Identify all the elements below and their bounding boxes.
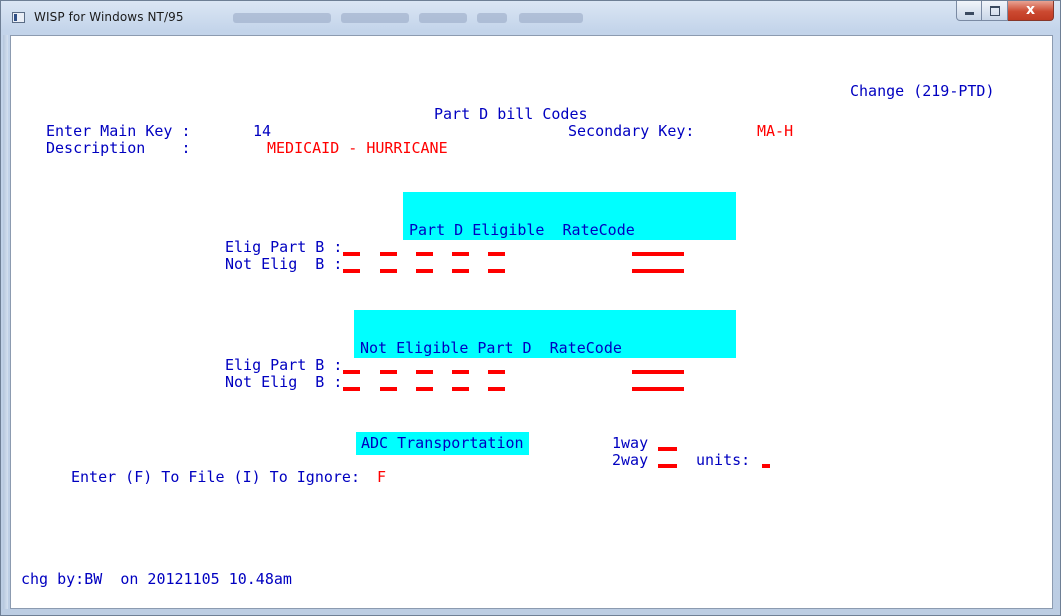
ratecode-field-empty[interactable]	[632, 269, 684, 273]
main-key-label: Enter Main Key :	[46, 122, 191, 140]
oneway-field-empty[interactable]	[658, 447, 677, 451]
input-field-empty[interactable]	[343, 387, 360, 391]
secondary-key-field[interactable]: MA-H	[757, 123, 793, 140]
input-field-empty[interactable]	[452, 370, 469, 374]
input-field-empty[interactable]	[416, 269, 433, 273]
minimize-button[interactable]	[956, 1, 982, 21]
ratecode-field-empty[interactable]	[632, 252, 684, 256]
input-field-empty[interactable]	[416, 252, 433, 256]
file-prompt-label: Enter (F) To File (I) To Ignore:	[71, 468, 360, 486]
close-button[interactable]: x	[1008, 1, 1054, 21]
input-field-empty[interactable]	[380, 370, 397, 374]
terminal-screen[interactable]: Change (219-PTD) Part D bill Codes Enter…	[10, 35, 1053, 609]
input-field-empty[interactable]	[488, 370, 505, 374]
input-field-empty[interactable]	[452, 387, 469, 391]
description-field[interactable]: MEDICAID - HURRICANE	[267, 140, 448, 157]
ratecode-field-empty[interactable]	[632, 387, 684, 391]
window-title: WISP for Windows NT/95	[34, 10, 184, 24]
section2-elig-label: Elig Part B :	[225, 356, 343, 374]
input-field-empty[interactable]	[380, 252, 397, 256]
blurred-title-text	[477, 13, 507, 23]
audit-footer: chg by:BW on 20121105 10.48am	[21, 570, 292, 588]
section2-header: Not Eligible Part D RateCode	[360, 339, 622, 357]
window-controls: x	[956, 1, 1054, 22]
blurred-title-text	[519, 13, 583, 23]
adc-transportation-label: ADC Transportation	[356, 432, 529, 455]
blurred-title-text	[341, 13, 409, 23]
blurred-title-text	[419, 13, 467, 23]
blurred-title-text	[233, 13, 331, 23]
section1-elig-label: Elig Part B :	[225, 238, 343, 256]
section1-not-elig-label: Not Elig B :	[225, 255, 343, 273]
title-bar[interactable]: WISP for Windows NT/95 x	[1, 1, 1060, 35]
description-label: Description :	[46, 139, 191, 157]
input-field-empty[interactable]	[452, 269, 469, 273]
ratecode-field-empty[interactable]	[632, 370, 684, 374]
input-field-empty[interactable]	[416, 387, 433, 391]
twoway-label: 2way	[612, 451, 649, 469]
input-field-empty[interactable]	[343, 252, 360, 256]
input-field-empty[interactable]	[452, 252, 469, 256]
file-prompt-field[interactable]: F	[377, 469, 386, 486]
secondary-key-label: Secondary Key:	[568, 122, 695, 140]
input-field-empty[interactable]	[416, 370, 433, 374]
app-icon[interactable]	[12, 12, 25, 23]
app-window: WISP for Windows NT/95 x Change (219-PTD…	[0, 0, 1061, 616]
input-field-empty[interactable]	[343, 269, 360, 273]
input-field-empty[interactable]	[343, 370, 360, 374]
section2-not-elig-label: Not Elig B :	[225, 373, 343, 391]
input-field-empty[interactable]	[380, 269, 397, 273]
input-field-empty[interactable]	[488, 252, 505, 256]
units-field-empty[interactable]	[762, 464, 770, 468]
oneway-label: 1way	[612, 434, 649, 452]
section1-header: Part D Eligible RateCode	[409, 221, 635, 239]
main-key-field[interactable]: 14	[253, 123, 271, 140]
input-field-empty[interactable]	[488, 387, 505, 391]
input-field-empty[interactable]	[380, 387, 397, 391]
twoway-field-empty[interactable]	[658, 464, 677, 468]
input-field-empty[interactable]	[488, 269, 505, 273]
units-label: units:	[696, 451, 751, 469]
window-frame-edge	[3, 35, 8, 609]
screen-heading: Part D bill Codes	[434, 105, 588, 123]
maximize-button[interactable]	[982, 1, 1008, 21]
mode-indicator: Change (219-PTD)	[850, 82, 995, 100]
